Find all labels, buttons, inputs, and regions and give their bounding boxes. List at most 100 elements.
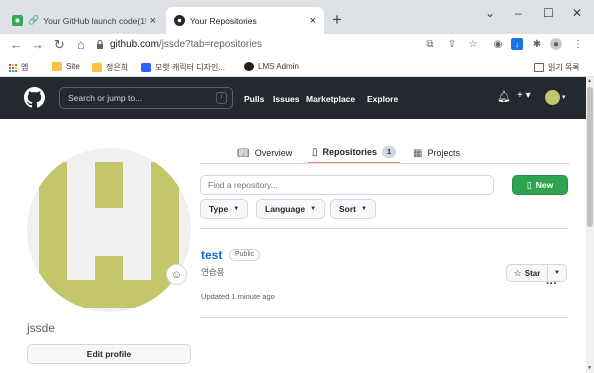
browser-toolbar: ← → ↻ ⌂ github.com/jssde?tab=repositorie… <box>0 34 594 59</box>
home-icon[interactable]: ⌂ <box>77 37 85 52</box>
tab-close-icon[interactable]: × <box>310 15 316 27</box>
search-shortcut-key: / <box>216 92 227 104</box>
profile-avatar[interactable] <box>27 148 191 312</box>
translate-icon[interactable]: ⧉ <box>424 38 436 50</box>
github-header: Search or jump to... / Pulls Issues Mark… <box>0 77 586 119</box>
create-new-menu[interactable]: + ▾ <box>517 90 531 101</box>
reading-list-label: 읽기 목록 <box>548 63 580 72</box>
minimize-button[interactable]: – <box>515 6 522 20</box>
back-arrow-icon[interactable]: ← <box>10 37 23 52</box>
caret-down-icon: ▼ <box>310 206 317 212</box>
site-icon <box>141 63 151 72</box>
lock-icon[interactable] <box>96 40 104 49</box>
bookmark-lms-admin[interactable]: LMS Admin <box>244 62 299 71</box>
edit-profile-button[interactable]: Edit profile <box>27 344 191 364</box>
bookmark-character-design[interactable]: 모핫 캐릭터 디자인... <box>141 62 225 73</box>
scroll-up-arrow-icon[interactable]: ▲ <box>587 78 592 84</box>
repo-description: 연습용 <box>201 267 225 277</box>
scrollbar-thumb[interactable] <box>587 87 593 227</box>
download-extension-icon[interactable]: ↓ <box>511 38 523 50</box>
reload-icon[interactable]: ↻ <box>54 37 65 53</box>
tab-projects[interactable]: ▦ Projects <box>413 142 460 164</box>
extensions-puzzle-icon[interactable]: ✱ <box>531 38 543 50</box>
nav-pulls[interactable]: Pulls <box>244 94 264 104</box>
bookmark-label: 정은희 <box>106 63 129 72</box>
tab-repositories[interactable]: ▯ Repositories 1 <box>308 142 401 164</box>
list-divider <box>200 317 569 318</box>
bookmarks-bar: 앱 Site 정은희 모핫 캐릭터 디자인... LMS Admin 읽기 목록 <box>0 59 594 77</box>
tab-projects-label: Projects <box>427 148 460 158</box>
url-path: /jssde?tab=repositories <box>158 39 263 50</box>
book-icon: 📖︎ <box>237 147 250 159</box>
scroll-down-arrow-icon[interactable]: ▼ <box>587 365 592 371</box>
tab-close-icon[interactable]: × <box>150 15 156 27</box>
repo-updated-time: Updated 1 minute ago <box>201 292 275 301</box>
project-table-icon: ▦ <box>413 147 423 159</box>
url-host: github.com <box>110 39 159 50</box>
profile-icon[interactable]: ● <box>550 38 562 50</box>
github-logo-icon[interactable] <box>24 87 45 108</box>
tab-overview[interactable]: 📖︎ Overview <box>237 142 292 164</box>
tab-title: Your GitHub launch code(15 <box>43 15 146 26</box>
bookmark-apps[interactable]: 앱 <box>9 62 28 73</box>
browser-tab-github-launch[interactable]: 🔗 Your GitHub launch code(15 × <box>4 7 164 34</box>
repo-plus-icon: ▯ <box>526 179 532 190</box>
page-scrollbar[interactable]: ▲ ▼ <box>586 77 594 373</box>
tabs-divider <box>200 163 570 164</box>
apps-grid-icon <box>9 63 17 72</box>
filter-label: Type <box>209 204 229 214</box>
forward-arrow-icon[interactable]: → <box>31 37 44 52</box>
tab-favicon-icon <box>12 15 23 26</box>
camera-icon[interactable]: ◉ <box>492 38 504 50</box>
caret-down-icon: ▼ <box>361 206 367 212</box>
tab-overview-label: Overview <box>254 148 293 158</box>
nav-marketplace[interactable]: Marketplace <box>306 94 355 104</box>
star-button[interactable]: ☆ Star <box>506 264 548 282</box>
bookmark-folder[interactable]: 정은희 <box>92 62 128 73</box>
browser-tab-your-repositories[interactable]: Your Repositories × <box>166 7 324 34</box>
tab-title: Your Repositories <box>190 15 257 26</box>
caret-down-icon: ▼ <box>554 270 560 276</box>
profile-username: jssde <box>27 321 56 335</box>
bookmark-label: Site <box>66 62 80 71</box>
bell-icon[interactable]: 🔔︎ <box>497 90 511 103</box>
avatar-caret-icon[interactable]: ▾ <box>562 93 566 101</box>
tab-search-icon[interactable]: ⌄ <box>485 6 495 20</box>
filter-label: Sort <box>339 204 356 214</box>
browser-menu-icon[interactable]: ⋮ <box>572 38 584 50</box>
star-lists-dropdown[interactable]: ▼ <box>547 264 567 282</box>
filter-label: Language <box>265 204 306 214</box>
reading-list-icon <box>534 63 544 72</box>
sort-filter-button[interactable]: Sort ▼ <box>330 199 376 219</box>
github-search-input[interactable]: Search or jump to... / <box>59 87 233 109</box>
user-avatar[interactable] <box>545 90 560 105</box>
identicon <box>27 148 191 312</box>
repositories-count-badge: 1 <box>382 146 397 158</box>
new-repository-button[interactable]: ▯ New <box>512 175 568 195</box>
globe-icon <box>244 62 254 71</box>
list-divider <box>200 228 569 229</box>
reading-list[interactable]: 읽기 목록 <box>534 62 580 73</box>
nav-issues[interactable]: Issues <box>273 94 299 104</box>
bookmark-star-icon[interactable]: ☆ <box>467 38 479 50</box>
tab-repositories-label: Repositories <box>322 147 378 157</box>
folder-icon <box>52 62 62 71</box>
bookmark-label: 모핫 캐릭터 디자인... <box>155 63 225 72</box>
star-icon: ☆ <box>513 267 522 278</box>
bookmark-site[interactable]: Site <box>52 62 80 71</box>
search-placeholder: Search or jump to... <box>68 93 143 103</box>
nav-explore[interactable]: Explore <box>367 94 398 104</box>
new-tab-button[interactable]: + <box>332 10 342 30</box>
language-filter-button[interactable]: Language ▼ <box>256 199 326 219</box>
maximize-button[interactable]: ☐ <box>543 6 554 20</box>
address-bar[interactable]: github.com/jssde?tab=repositories <box>110 39 262 50</box>
type-filter-button[interactable]: Type ▼ <box>200 199 249 219</box>
find-repository-input[interactable] <box>200 175 494 195</box>
share-icon[interactable]: ⇪ <box>446 38 458 50</box>
repo-name-link[interactable]: test <box>201 248 222 262</box>
set-status-smiley-icon[interactable]: ☺ <box>166 264 187 285</box>
bookmark-label: LMS Admin <box>258 62 299 71</box>
close-window-button[interactable]: ✕ <box>572 6 582 20</box>
bookmark-label: 앱 <box>21 63 29 72</box>
github-favicon-icon <box>174 15 185 26</box>
